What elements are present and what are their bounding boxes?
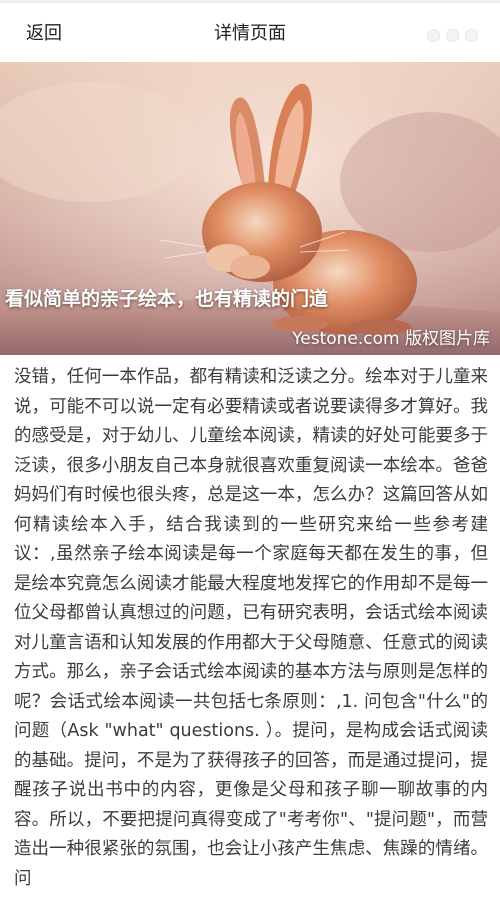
- page-title: 详情页面: [214, 23, 286, 44]
- watermark-text: Yestone.com 版权图片库: [292, 329, 490, 349]
- top-navigation-bar: 返回 详情页面: [0, 0, 500, 62]
- rabbit-photo: [0, 62, 500, 355]
- dot-icon: [446, 29, 459, 42]
- dot-icon: [427, 29, 440, 42]
- hero-caption: 看似简单的亲子绘本，也有精读的门道: [5, 288, 329, 310]
- more-dots-icon[interactable]: [427, 29, 478, 42]
- dot-icon: [465, 29, 478, 42]
- hero-image: 看似简单的亲子绘本，也有精读的门道 Yestone.com 版权图片库: [0, 62, 500, 355]
- article-body: 没错，任何一本作品，都有精读和泛读之分。绘本对于儿童来说，可能不可以说一定有必要…: [14, 367, 488, 889]
